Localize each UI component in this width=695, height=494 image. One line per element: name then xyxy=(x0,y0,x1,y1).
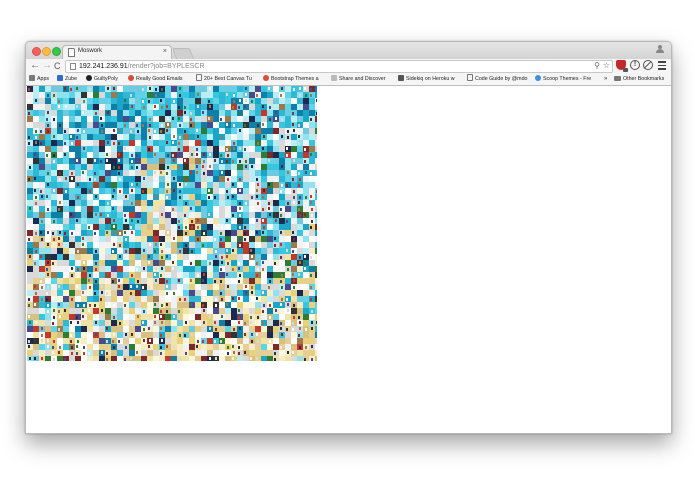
bookmark-share-and-discover[interactable]: Share and Discover xyxy=(331,74,393,84)
url-path: /render?job=BYPLESCR xyxy=(127,63,205,70)
tab-moswork[interactable]: Moswork × xyxy=(62,45,172,59)
bootstrap-icon xyxy=(263,75,269,81)
search-icon[interactable]: ⚲ xyxy=(594,60,600,71)
bookmark-scoop-themes[interactable]: Scoop Themes - Fre xyxy=(535,74,597,84)
bookmark-sidekiq-heroku[interactable]: Sidekiq on Heroku w xyxy=(398,74,462,84)
emails-icon xyxy=(128,75,134,81)
document-icon xyxy=(467,74,473,81)
url-host: 192.241.236.91 xyxy=(79,63,128,70)
document-icon xyxy=(196,74,202,81)
photo-mosaic-image xyxy=(27,86,317,361)
other-bookmarks[interactable]: Other Bookmarks xyxy=(614,74,664,84)
toolbar: ← → C 192.241.236.91/render?job=BYPLESCR… xyxy=(26,59,671,73)
forward-arrow-icon[interactable]: → xyxy=(42,60,52,72)
maximize-window-button[interactable] xyxy=(52,47,61,56)
info-extension-icon[interactable]: ! xyxy=(630,60,640,70)
shield-extension-icon[interactable] xyxy=(616,60,628,72)
scoop-icon xyxy=(535,75,541,81)
zube-icon xyxy=(57,75,63,81)
url-text[interactable]: 192.241.236.91/render?job=BYPLESCR xyxy=(79,62,205,71)
title-bar: Moswork × xyxy=(26,42,671,59)
more-bookmarks-chevron-icon[interactable]: » xyxy=(604,74,607,84)
page-info-icon[interactable] xyxy=(70,63,76,70)
profile-icon[interactable] xyxy=(656,45,664,54)
block-extension-icon[interactable] xyxy=(643,60,653,70)
menu-icon[interactable] xyxy=(658,61,666,70)
minimize-window-button[interactable] xyxy=(42,47,51,56)
tab-title: Moswork xyxy=(78,48,103,54)
page-content xyxy=(26,86,671,433)
bookmark-really-good-emails[interactable]: Really Good Emails xyxy=(128,74,190,84)
tab-close-icon[interactable]: × xyxy=(163,47,167,56)
bookmark-apps[interactable]: Apps xyxy=(29,74,53,84)
bookmark-code-guide[interactable]: Code Guide by @mdo xyxy=(467,74,530,84)
folder-icon xyxy=(614,76,621,81)
bookmarks-bar: Apps Zube GuiltyPoly Really Good Emails … xyxy=(26,73,671,86)
new-tab-button[interactable] xyxy=(171,48,195,59)
apps-grid-icon xyxy=(29,75,35,81)
reload-icon[interactable]: C xyxy=(54,60,61,72)
bookmark-star-icon[interactable]: ☆ xyxy=(603,60,610,71)
address-bar[interactable]: 192.241.236.91/render?job=BYPLESCR ⚲ ☆ xyxy=(65,60,613,73)
browser-window: Moswork × ← → C 192.241.236.91/render?jo… xyxy=(25,41,672,434)
close-window-button[interactable] xyxy=(32,47,41,56)
sidekiq-icon xyxy=(398,75,404,81)
bookmark-guiltypoly[interactable]: GuiltyPoly xyxy=(86,74,124,84)
bookmark-zube[interactable]: Zube xyxy=(57,74,82,84)
back-arrow-icon[interactable]: ← xyxy=(30,60,40,72)
document-icon xyxy=(68,48,75,57)
bookmark-bootstrap-themes[interactable]: Bootstrap Themes a xyxy=(263,74,325,84)
github-icon xyxy=(86,75,92,81)
discover-icon xyxy=(331,75,337,81)
bookmark-best-canvas[interactable]: 20+ Best Canvas Tu xyxy=(196,74,258,84)
